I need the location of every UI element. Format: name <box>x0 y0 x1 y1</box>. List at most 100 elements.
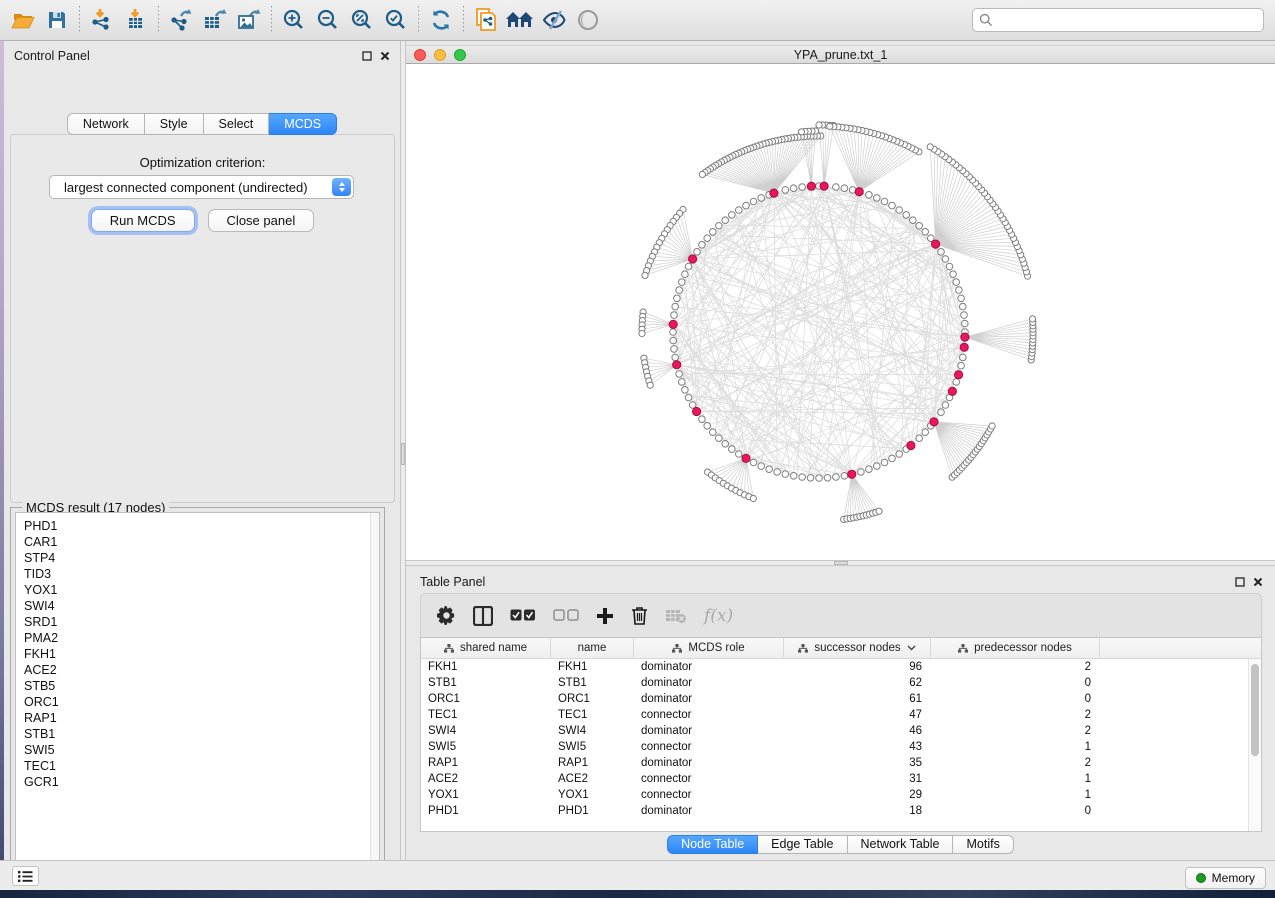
circle-node[interactable] <box>953 379 960 386</box>
leaf-node[interactable] <box>927 144 933 150</box>
import-network-icon[interactable] <box>85 4 119 36</box>
table-row[interactable]: SWI4SWI4dominator462 <box>421 723 1248 739</box>
mcds-result-item[interactable]: RAP1 <box>16 710 379 726</box>
circle-node[interactable] <box>699 242 706 249</box>
circle-node[interactable] <box>962 320 969 327</box>
mcds-hub-node[interactable] <box>673 361 681 369</box>
criterion-select[interactable]: largest connected component (undirected) <box>49 175 354 199</box>
run-mcds-button[interactable]: Run MCDS <box>91 209 195 232</box>
add-column-icon[interactable] <box>596 607 614 625</box>
search-input[interactable] <box>993 13 1257 27</box>
mcds-result-item[interactable]: TID3 <box>16 566 379 582</box>
circle-node[interactable] <box>874 195 881 202</box>
close-panel-button[interactable]: Close panel <box>208 209 315 232</box>
export-network-icon[interactable] <box>164 4 198 36</box>
mcds-result-item[interactable]: CAR1 <box>16 534 379 550</box>
circle-node[interactable] <box>758 463 765 470</box>
window-close-icon[interactable] <box>414 49 426 61</box>
circle-node[interactable] <box>889 455 896 462</box>
circle-node[interactable] <box>729 212 736 219</box>
table-row[interactable]: ORC1ORC1dominator610 <box>421 691 1248 707</box>
circle-node[interactable] <box>841 473 848 480</box>
tab-motifs[interactable]: Motifs <box>953 835 1013 854</box>
tab-style[interactable]: Style <box>145 113 204 135</box>
table-row[interactable]: FKH1FKH1dominator962 <box>421 659 1248 675</box>
circle-node[interactable] <box>676 371 683 378</box>
save-session-icon[interactable] <box>40 4 74 36</box>
settings-gear-icon[interactable] <box>437 606 456 625</box>
circle-node[interactable] <box>790 473 797 480</box>
circle-node[interactable] <box>922 429 929 436</box>
circle-node[interactable] <box>938 409 945 416</box>
circle-node[interactable] <box>833 474 840 481</box>
circle-node[interactable] <box>716 223 723 230</box>
circle-node[interactable] <box>750 198 757 205</box>
column-header-successor-nodes[interactable]: successor nodes <box>784 638 931 658</box>
mcds-hub-node[interactable] <box>742 454 750 462</box>
table-row[interactable]: YOX1YOX1connector291 <box>421 787 1248 803</box>
leaf-node[interactable] <box>639 330 645 336</box>
export-image-icon[interactable] <box>232 4 266 36</box>
leaf-node[interactable] <box>642 272 648 278</box>
circle-node[interactable] <box>758 195 765 202</box>
network-canvas[interactable] <box>406 64 1275 560</box>
search-box[interactable] <box>972 8 1264 32</box>
hide-eye-icon[interactable] <box>537 4 571 36</box>
export-table-icon[interactable] <box>198 4 232 36</box>
houses-icon[interactable] <box>503 4 537 36</box>
window-maximize-icon[interactable] <box>454 49 466 61</box>
circle-node[interactable] <box>816 475 823 482</box>
memory-button[interactable]: Memory <box>1185 867 1266 889</box>
scrollbar-thumb[interactable] <box>1251 664 1259 756</box>
circle-node[interactable] <box>722 217 729 224</box>
table-row[interactable]: SWI5SWI5connector431 <box>421 739 1248 755</box>
circle-node[interactable] <box>946 263 953 270</box>
circle-node[interactable] <box>807 475 814 482</box>
mcds-hub-node[interactable] <box>907 441 915 449</box>
mcds-hub-node[interactable] <box>820 182 828 190</box>
circle-node[interactable] <box>950 271 957 278</box>
mcds-result-item[interactable]: GCR1 <box>16 774 379 790</box>
circle-node[interactable] <box>774 469 781 476</box>
table-row[interactable]: RAP1RAP1dominator352 <box>421 755 1248 771</box>
mcds-result-item[interactable]: SWI5 <box>16 742 379 758</box>
table-row[interactable]: STB1STB1dominator620 <box>421 675 1248 691</box>
circle-node[interactable] <box>960 303 967 310</box>
task-history-button[interactable] <box>12 866 39 886</box>
circle-node[interactable] <box>782 187 789 194</box>
circle-node[interactable] <box>682 271 689 278</box>
refresh-icon[interactable] <box>424 4 458 36</box>
close-panel-icon[interactable] <box>380 51 390 61</box>
table-row[interactable]: PHD1PHD1dominator180 <box>421 803 1248 819</box>
splitter-handle[interactable] <box>401 443 405 465</box>
mcds-hub-node[interactable] <box>930 418 938 426</box>
circle-node[interactable] <box>679 379 686 386</box>
circle-node[interactable] <box>881 198 888 205</box>
circle-node[interactable] <box>922 229 929 236</box>
circle-node[interactable] <box>672 303 679 310</box>
import-table-icon[interactable] <box>119 4 153 36</box>
circle-node[interactable] <box>694 249 701 256</box>
circle-node[interactable] <box>896 451 903 458</box>
circle-node[interactable] <box>790 185 797 192</box>
circle-node[interactable] <box>685 394 692 401</box>
circle-node[interactable] <box>750 459 757 466</box>
table-row[interactable]: TEC1TEC1connector472 <box>421 707 1248 723</box>
circle-node[interactable] <box>833 184 840 191</box>
mcds-hub-node[interactable] <box>855 188 863 196</box>
circle-node[interactable] <box>916 223 923 230</box>
mcds-hub-node[interactable] <box>689 255 697 263</box>
mcds-hub-node[interactable] <box>948 387 956 395</box>
circle-node[interactable] <box>866 192 873 199</box>
circle-node[interactable] <box>782 471 789 478</box>
leaf-node[interactable] <box>699 171 705 177</box>
circle-node[interactable] <box>766 466 773 473</box>
mcds-hub-node[interactable] <box>669 320 677 328</box>
leaf-node[interactable] <box>989 423 995 429</box>
deselect-all-icon[interactable] <box>553 609 579 623</box>
mcds-result-item[interactable]: STB5 <box>16 678 379 694</box>
circle-node[interactable] <box>956 287 963 294</box>
circle-node[interactable] <box>903 212 910 219</box>
circle-node[interactable] <box>710 429 717 436</box>
column-header-name[interactable]: name <box>551 638 634 658</box>
